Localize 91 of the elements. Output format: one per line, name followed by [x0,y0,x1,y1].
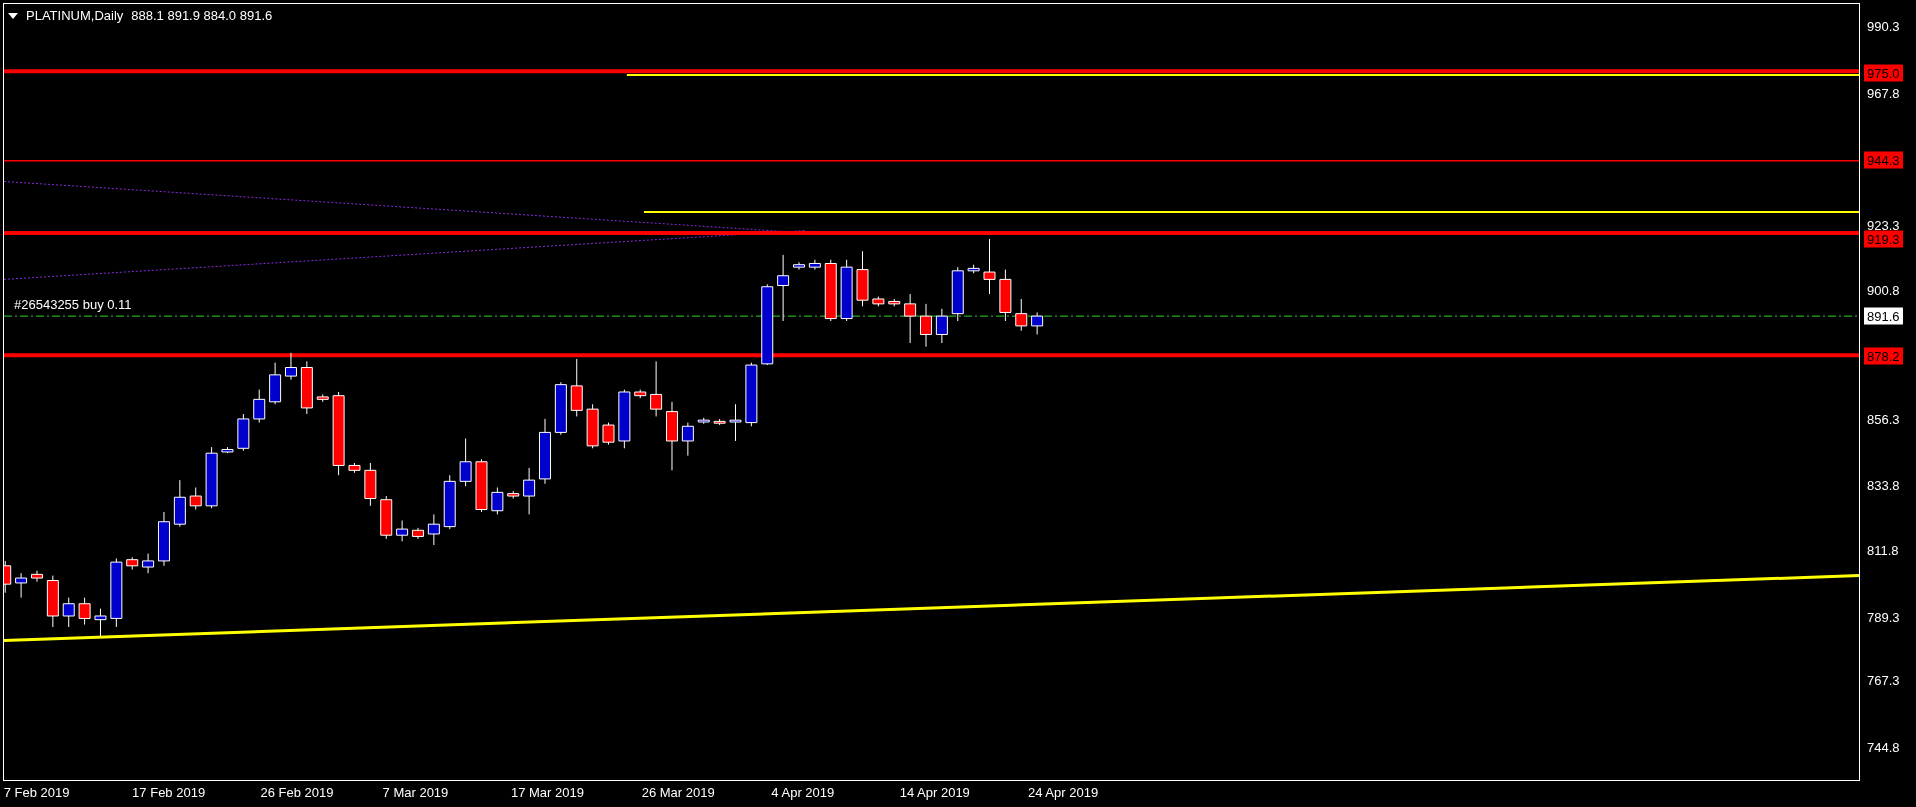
candlestick [189,486,202,510]
candlestick [1015,298,1028,332]
candlestick [872,296,885,307]
price-label: 990.3 [1867,19,1900,33]
candlestick [412,527,424,540]
date-label: 14 Apr 2019 [899,786,970,799]
candlestick [634,389,647,399]
candlestick [285,352,297,381]
candlestick [443,474,456,530]
candlestick [46,575,59,628]
price-label: 900.8 [1867,283,1900,297]
candlestick [951,266,964,322]
date-label: 7 Mar 2019 [382,786,449,799]
candlestick [253,389,266,424]
candlestick [475,458,488,513]
candlestick [1031,311,1044,335]
candlestick [681,422,694,457]
candlestick [523,467,536,515]
candlestick [126,556,139,570]
candlestick [618,389,631,449]
candlestick [110,557,123,628]
candlestick [142,553,155,574]
candlestick [888,298,901,307]
candlestick [316,393,329,403]
candlestick [824,259,837,322]
candlestick [78,597,91,626]
price-label: 967.8 [1867,86,1900,100]
candlestick [491,486,504,515]
candlestick [808,259,821,271]
dropdown-triangle-icon[interactable] [8,12,18,19]
price-label: 744.8 [1867,740,1900,754]
candlestick [300,360,313,415]
candlestick [539,418,551,485]
price-tag: 919.3 [1864,230,1903,248]
candlestick [507,490,520,499]
candlestick [15,572,28,599]
candlestick [570,358,583,417]
date-label: 26 Mar 2019 [641,786,715,799]
candlestick [729,403,742,442]
candlestick [904,293,917,344]
candlestick [364,462,377,507]
candlestick [173,479,186,528]
candlestick [427,513,440,546]
candlestick [793,261,805,271]
price-label: 856.3 [1867,412,1900,426]
candlestick [31,570,43,583]
candlestick [554,381,567,436]
candlestick [666,401,678,471]
candlestick [999,269,1012,322]
candlestick [459,438,472,487]
candlestick [205,446,218,509]
order-label: #26543255 buy 0.11 [14,298,132,312]
candlestick [713,418,726,426]
candlestick [221,446,234,454]
candlestick [380,495,393,540]
date-label: 17 Mar 2019 [510,786,584,799]
ohlc-values: 888.1 891.9 884.0 891.6 [131,7,273,25]
candlestick [650,360,663,417]
candlestick [94,608,107,638]
candlestick [237,413,250,452]
date-label: 7 Feb 2019 [3,786,70,799]
date-label: 26 Feb 2019 [260,786,334,799]
candlestick [62,597,75,628]
candlestick [935,308,948,344]
candlestick [840,259,853,322]
price-label: 811.8 [1867,543,1899,557]
candlestick [158,511,170,567]
candlestick [269,362,282,405]
price-label: 833.8 [1867,478,1900,492]
candlestick [396,520,409,542]
price-label: 767.3 [1867,673,1900,687]
candlestick [920,303,932,348]
date-label: 4 Apr 2019 [771,786,835,799]
candlestick [967,264,980,274]
price-tag: 975.0 [1864,64,1903,82]
symbol-title: PLATINUM,Daily [26,7,124,25]
candlestick [586,403,599,449]
candlestick [745,362,758,427]
candlestick [602,422,615,446]
date-label: 17 Feb 2019 [132,786,206,799]
price-tag: 891.6 [1864,307,1903,325]
price-tag: 944.3 [1864,151,1903,169]
price-tag: 878.2 [1864,347,1903,365]
candlestick [856,250,869,307]
price-label: 789.3 [1867,610,1900,624]
price-label: 923.3 [1867,218,1900,232]
candlestick [348,462,361,474]
candlestick [777,254,790,322]
candlestick [697,417,710,425]
candlestick [983,238,996,295]
date-label: 24 Apr 2019 [1028,786,1099,799]
